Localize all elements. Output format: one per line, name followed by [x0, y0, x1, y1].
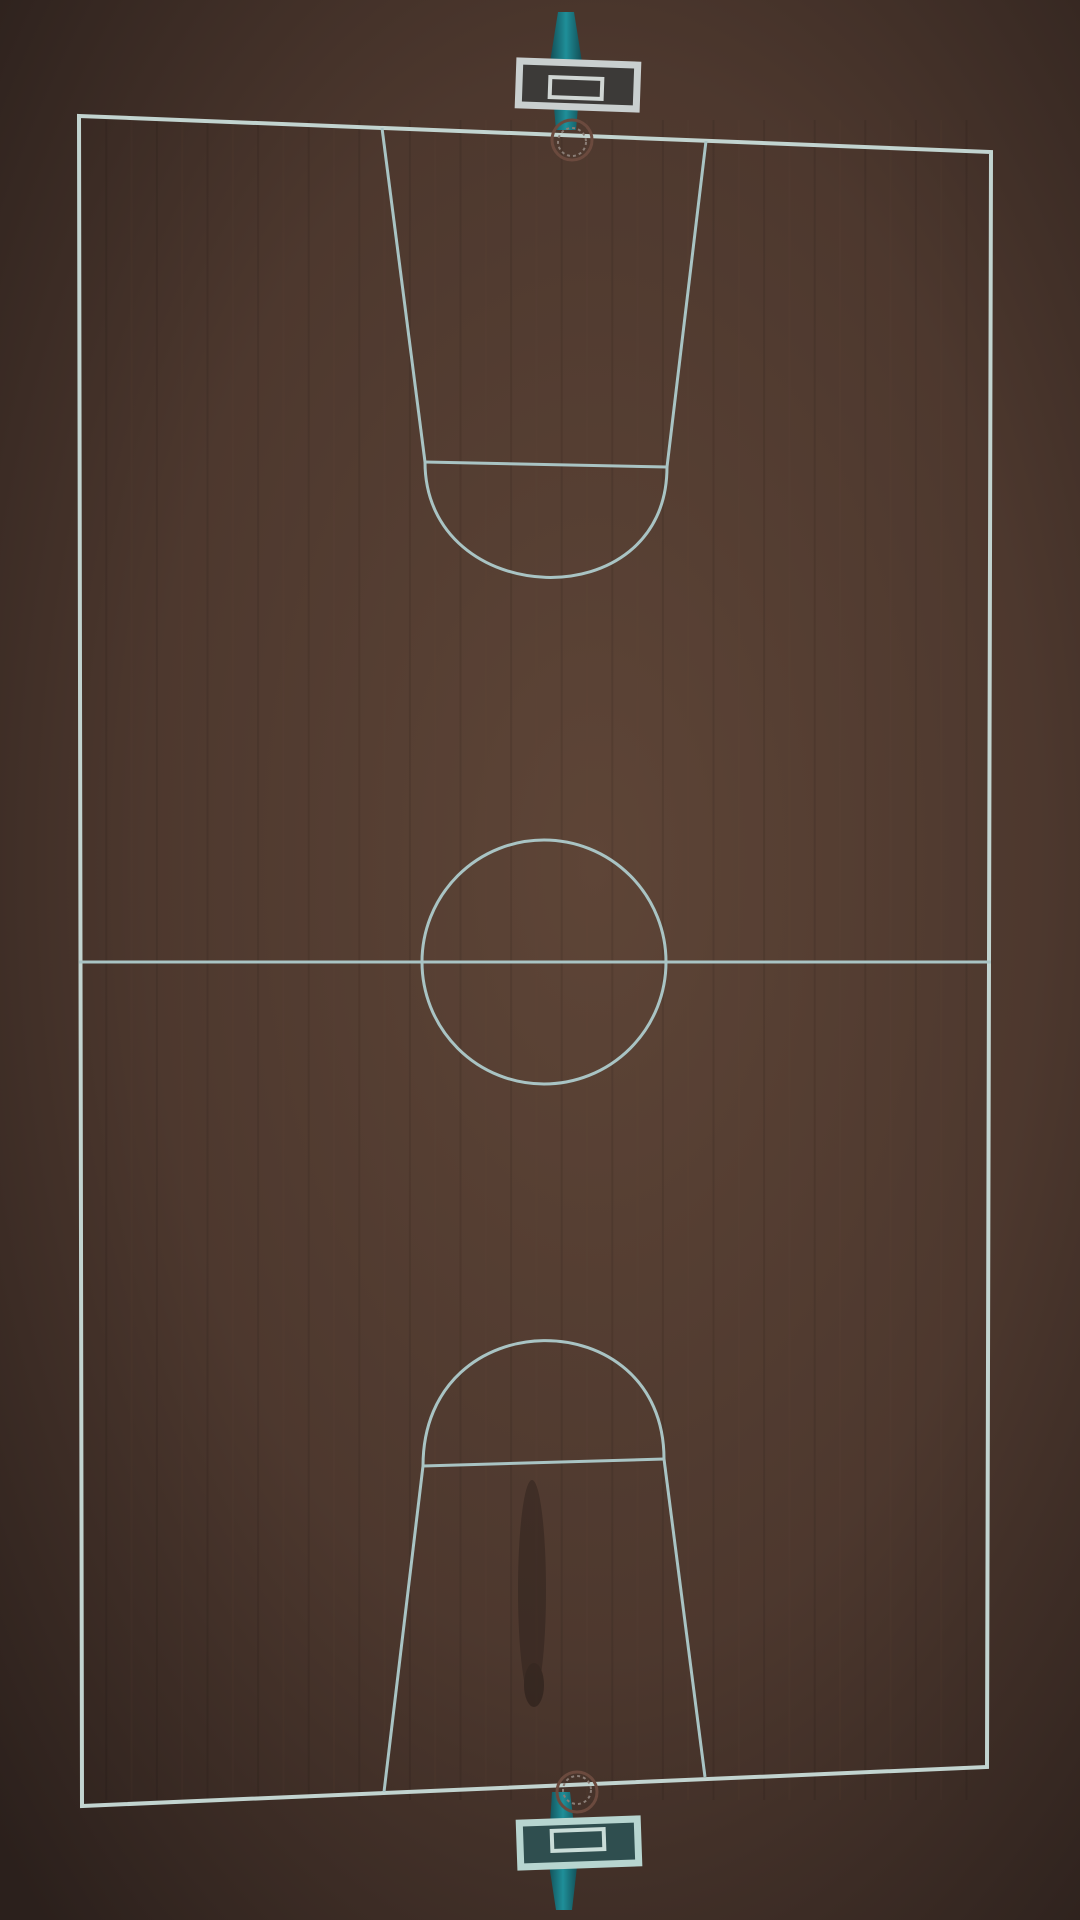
scuff-mark: [524, 1663, 544, 1707]
floor-grain-stripe: [712, 120, 715, 1800]
floor-grain-stripe: [636, 120, 639, 1800]
floor-grain-stripe: [864, 120, 867, 1800]
top-backboard: [514, 57, 642, 113]
floor-grain-stripe: [788, 120, 791, 1800]
floor-grain-stripe: [940, 120, 943, 1800]
floor-grain-stripe: [408, 120, 411, 1800]
floor-grain-stripe: [687, 120, 690, 1800]
floor-grain-stripe: [333, 120, 335, 1800]
court-scene: [0, 0, 1080, 1920]
floor-grain-stripe: [586, 120, 588, 1800]
floor-grain-stripe: [155, 120, 158, 1800]
floor-grain-stripe: [459, 120, 462, 1800]
floor-grain-stripe: [434, 120, 437, 1800]
floor-grain-stripe: [889, 120, 892, 1800]
floor-grain-stripe: [383, 120, 386, 1800]
floor-grain-stripe: [914, 120, 917, 1800]
floor-grain-stripe: [130, 120, 133, 1800]
floor-grain-stripe: [661, 120, 664, 1800]
floor-grain-stripe: [181, 120, 184, 1800]
floor-grain-stripe: [206, 120, 209, 1800]
floor-grain-stripe: [737, 120, 740, 1800]
floor-grain-stripe: [307, 120, 310, 1800]
floor-grain-stripe: [611, 120, 614, 1800]
floor-grain-stripe: [763, 120, 766, 1800]
floor-grain-stripe: [510, 120, 513, 1800]
floor-grain-stripe: [231, 120, 234, 1800]
bottom-backboard: [515, 1815, 643, 1871]
floor-grain-stripe: [484, 120, 487, 1800]
floor-grain-stripe: [257, 120, 260, 1800]
floor-grain-stripe: [560, 120, 563, 1800]
floor-grain-stripe: [105, 120, 108, 1800]
floor-grain-stripe: [965, 120, 968, 1800]
floor-grain-stripe: [839, 120, 841, 1800]
floor-grain-stripe: [358, 120, 361, 1800]
floor-grain-stripe: [282, 120, 285, 1800]
floor-grain-stripe: [813, 120, 816, 1800]
